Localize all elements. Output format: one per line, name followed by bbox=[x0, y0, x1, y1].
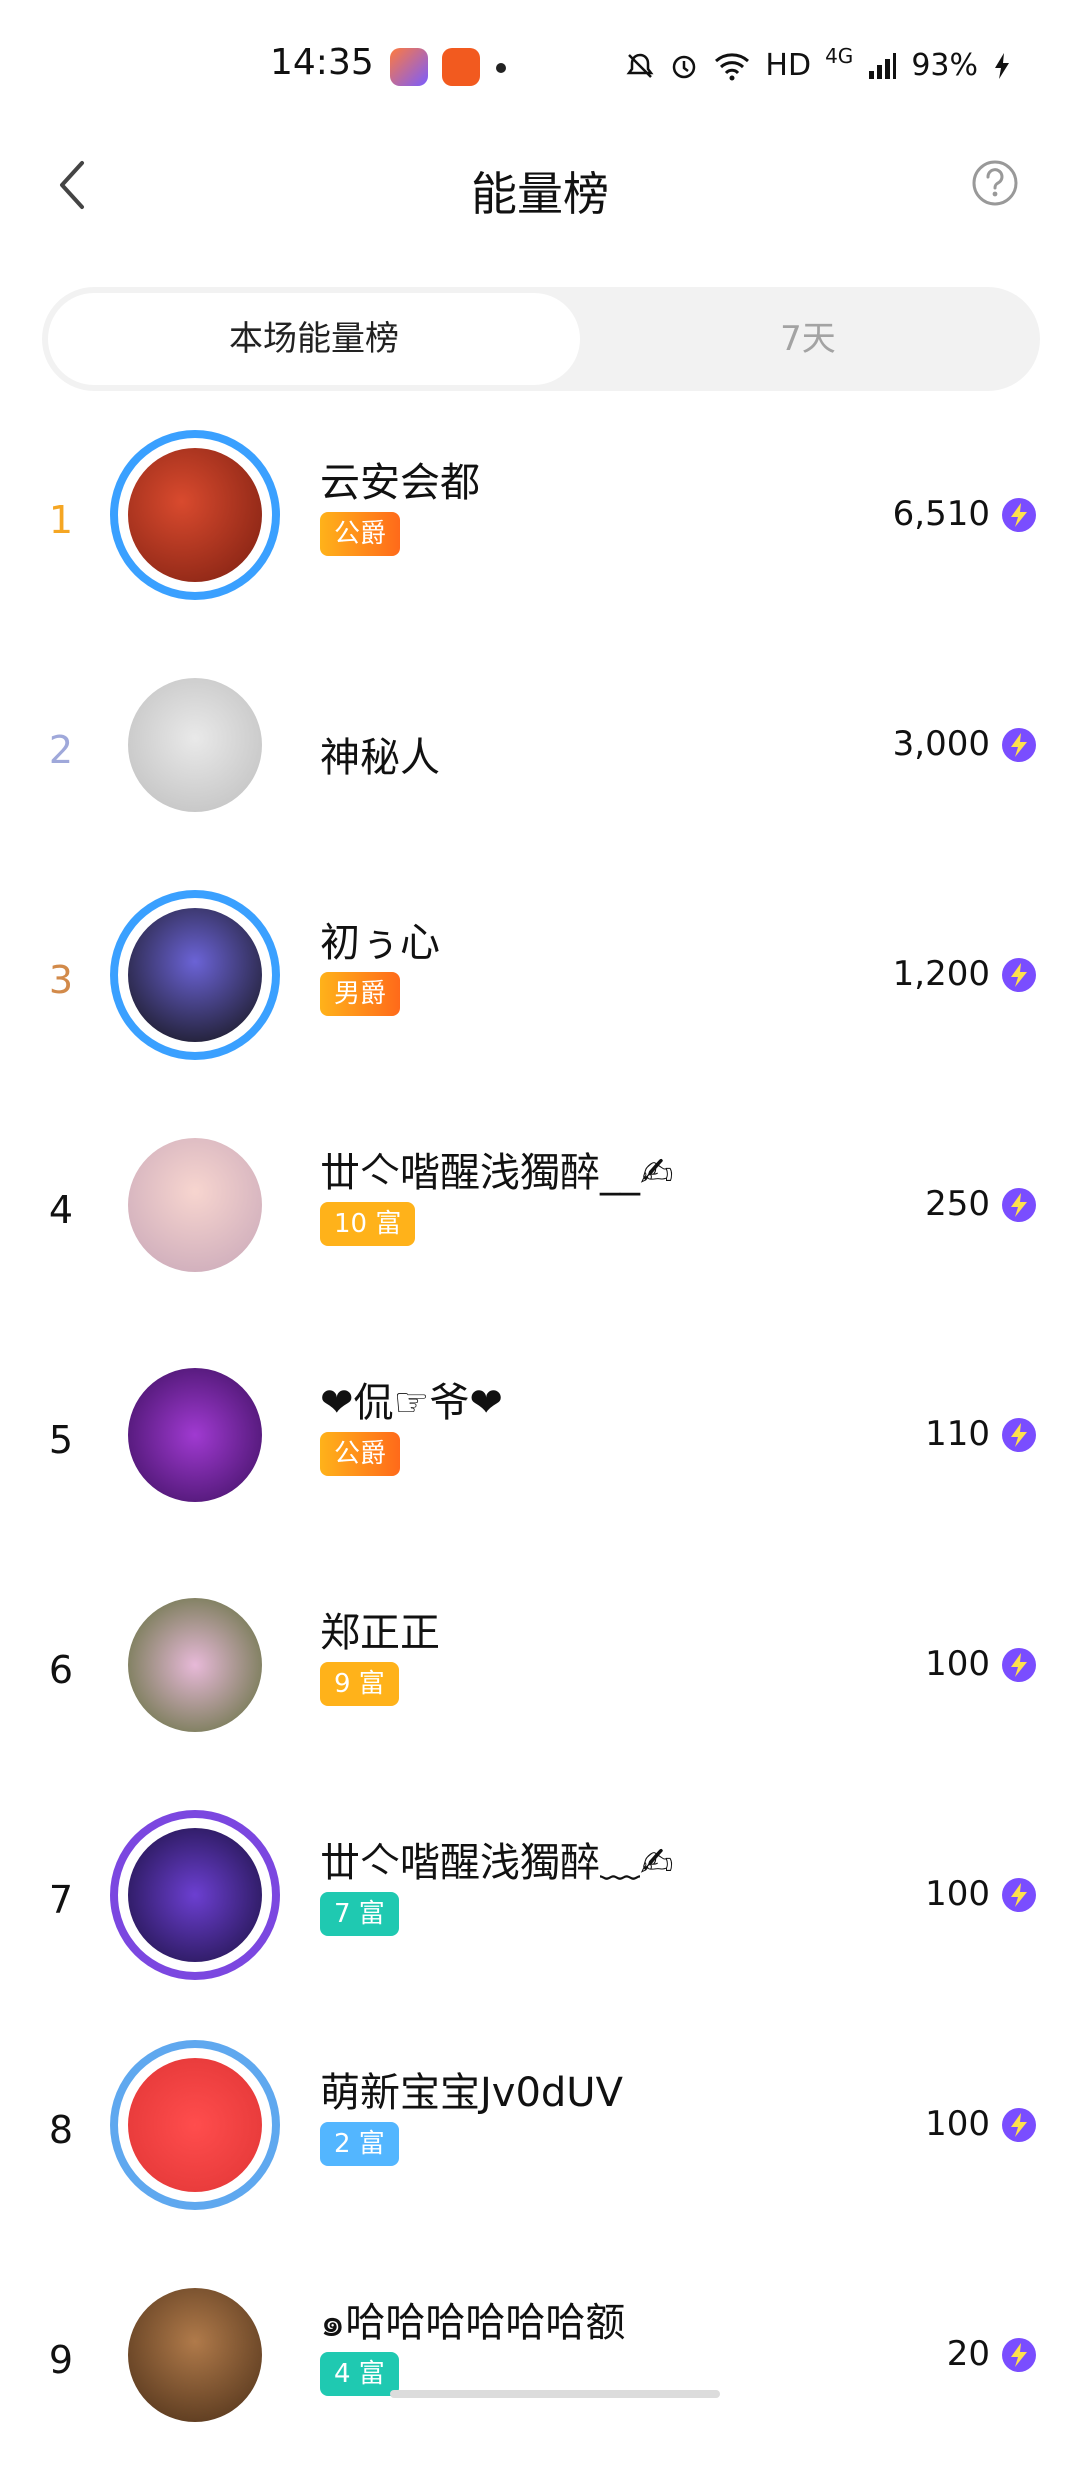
user-level-badge: 男爵 bbox=[320, 972, 401, 1016]
rank-number: 8 bbox=[48, 2108, 74, 2152]
wifi-icon bbox=[715, 52, 750, 80]
charging-icon bbox=[995, 52, 1009, 79]
avatar[interactable] bbox=[128, 2058, 262, 2192]
user-level-badge: 7 富 bbox=[320, 1892, 399, 1936]
energy-score: 100 bbox=[925, 1644, 990, 1684]
avatar[interactable] bbox=[128, 1598, 262, 1732]
leaderboard-row[interactable]: 4 丗亽喈醒浅獨醉__✍ 10 富 250 bbox=[0, 1090, 1080, 1320]
rank-number: 3 bbox=[48, 958, 74, 1002]
leaderboard-row[interactable]: 5 ❤侃☞爷❤ 公爵 110 bbox=[0, 1320, 1080, 1550]
status-time: 14:35 bbox=[270, 42, 374, 83]
rank-number: 2 bbox=[48, 728, 74, 772]
alarm-icon bbox=[673, 55, 696, 78]
leaderboard-row[interactable]: 9 ๑哈哈哈哈哈哈额 4 富 20 bbox=[0, 2240, 1080, 2470]
user-level-badge: 公爵 bbox=[320, 1432, 401, 1476]
energy-score: 110 bbox=[925, 1414, 990, 1454]
user-level-badge: 10 富 bbox=[320, 1202, 416, 1246]
avatar[interactable] bbox=[128, 1138, 262, 1272]
leaderboard-row[interactable]: 7 丗亽喈醒浅獨醉﹏✍ 7 富 100 bbox=[0, 1780, 1080, 2010]
kuaishou-notification-icon bbox=[442, 48, 480, 86]
user-level-badge: 公爵 bbox=[320, 512, 401, 556]
network-label: HD bbox=[765, 48, 812, 83]
question-circle-icon[interactable] bbox=[970, 158, 1020, 208]
tab-7-days[interactable]: 7天 bbox=[582, 293, 1034, 385]
energy-bolt-icon bbox=[1002, 498, 1036, 532]
energy-bolt-icon bbox=[1002, 2108, 1036, 2142]
mute-bell-icon bbox=[626, 53, 654, 78]
energy-bolt-icon bbox=[1002, 1878, 1036, 1912]
energy-bolt-icon bbox=[1002, 1418, 1036, 1452]
energy-bolt-icon bbox=[1002, 958, 1036, 992]
avatar[interactable] bbox=[128, 2288, 262, 2422]
energy-score: 1,200 bbox=[892, 954, 990, 994]
tab-current-session[interactable]: 本场能量榜 bbox=[48, 293, 580, 385]
energy-score: 6,510 bbox=[892, 494, 990, 534]
energy-bolt-icon bbox=[1002, 728, 1036, 762]
rank-number: 7 bbox=[48, 1878, 74, 1922]
avatar[interactable] bbox=[128, 1368, 262, 1502]
rank-number: 6 bbox=[48, 1648, 74, 1692]
energy-score: 100 bbox=[925, 1874, 990, 1914]
energy-bolt-icon bbox=[1002, 1648, 1036, 1682]
energy-bolt-icon bbox=[1002, 1188, 1036, 1222]
user-name: ❤侃☞爷❤ bbox=[320, 1380, 503, 1426]
energy-score: 100 bbox=[925, 2104, 990, 2144]
avatar[interactable] bbox=[128, 908, 262, 1042]
scroll-indicator bbox=[390, 2390, 720, 2398]
user-name: 神秘人 bbox=[320, 735, 440, 781]
signal-label: 4G bbox=[825, 43, 854, 68]
leaderboard-row[interactable]: 8 萌新宝宝Jv0dUV 2 富 100 bbox=[0, 2010, 1080, 2240]
energy-bolt-icon bbox=[1002, 2338, 1036, 2372]
user-name: 郑正正 bbox=[320, 1610, 440, 1656]
page-title: 能量榜 bbox=[471, 167, 609, 221]
avatar[interactable] bbox=[128, 678, 262, 812]
battery-label: 93% bbox=[911, 48, 978, 83]
tab-bar: 本场能量榜 7天 bbox=[42, 287, 1040, 391]
rank-number: 5 bbox=[48, 1418, 74, 1462]
rank-number: 9 bbox=[48, 2338, 74, 2382]
app-notification-icon bbox=[390, 48, 428, 86]
energy-score: 250 bbox=[925, 1184, 990, 1224]
user-level-badge: 2 富 bbox=[320, 2122, 399, 2166]
status-bar: 14:35 HD 4G 93% bbox=[0, 0, 1080, 130]
leaderboard-row[interactable]: 1 云安会都公爵 6,510 bbox=[0, 400, 1080, 630]
energy-score: 20 bbox=[946, 2334, 990, 2374]
cell-signal-icon bbox=[869, 52, 897, 79]
status-icons: HD 4G 93% bbox=[625, 44, 1012, 83]
leaderboard-row[interactable]: 2 神秘人 3,000 bbox=[0, 630, 1080, 860]
user-name: 云安会都 bbox=[320, 460, 480, 506]
user-name: ๑哈哈哈哈哈哈额 bbox=[320, 2300, 626, 2346]
avatar[interactable] bbox=[128, 1828, 262, 1962]
user-name: 丗亽喈醒浅獨醉__✍ bbox=[320, 1150, 674, 1196]
rank-number: 4 bbox=[48, 1188, 74, 1232]
rank-number: 1 bbox=[48, 498, 74, 542]
leaderboard-row[interactable]: 6 郑正正 9 富 100 bbox=[0, 1550, 1080, 1780]
leaderboard-row[interactable]: 3 初ぅ心男爵 1,200 bbox=[0, 860, 1080, 1090]
user-name: 萌新宝宝Jv0dUV bbox=[320, 2070, 623, 2116]
user-name: 初ぅ心 bbox=[320, 920, 440, 966]
more-notifications-dot-icon bbox=[496, 63, 506, 73]
avatar[interactable] bbox=[128, 448, 262, 582]
user-level-badge: 9 富 bbox=[320, 1662, 399, 1706]
header: 能量榜 bbox=[0, 130, 1080, 240]
energy-score: 3,000 bbox=[892, 724, 990, 764]
user-level-badge: 4 富 bbox=[320, 2352, 399, 2396]
user-name: 丗亽喈醒浅獨醉﹏✍ bbox=[320, 1840, 674, 1886]
